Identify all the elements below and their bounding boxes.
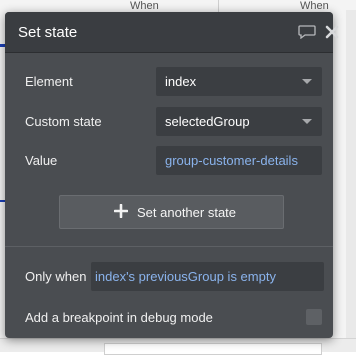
plus-icon [114,204,128,218]
custom-state-dropdown[interactable]: selectedGroup [156,107,322,136]
bg-scroll-strip [346,10,356,340]
bg-input-box [104,343,322,355]
breakpoint-label: Add a breakpoint in debug mode [25,310,213,325]
custom-state-label: Custom state [25,114,102,129]
dialog-header[interactable]: Set state [5,12,339,53]
dialog-title: Set state [18,24,78,41]
comment-icon[interactable] [298,25,316,39]
element-label: Element [25,74,73,89]
custom-state-value: selectedGroup [165,114,250,129]
element-dropdown[interactable]: index [156,67,322,96]
section-divider [5,246,333,247]
element-value: index [165,74,197,89]
chevron-down-icon [302,79,312,84]
value-expression-field[interactable]: group-customer-details [156,146,322,175]
value-label: Value [25,153,58,168]
breakpoint-checkbox[interactable] [306,309,322,325]
only-when-label: Only when [25,269,87,284]
value-expression: group-customer-details [165,153,298,168]
close-icon[interactable] [325,25,339,39]
set-another-state-button[interactable]: Set another state [59,195,284,229]
only-when-expression-field[interactable]: index's previousGroup is empty [91,262,324,291]
set-another-state-label: Set another state [137,205,237,220]
chevron-down-icon [302,119,312,124]
set-state-dialog: Set state Element index Custom state sel… [5,12,339,338]
only-when-expression: index's previousGroup is empty [95,269,276,284]
